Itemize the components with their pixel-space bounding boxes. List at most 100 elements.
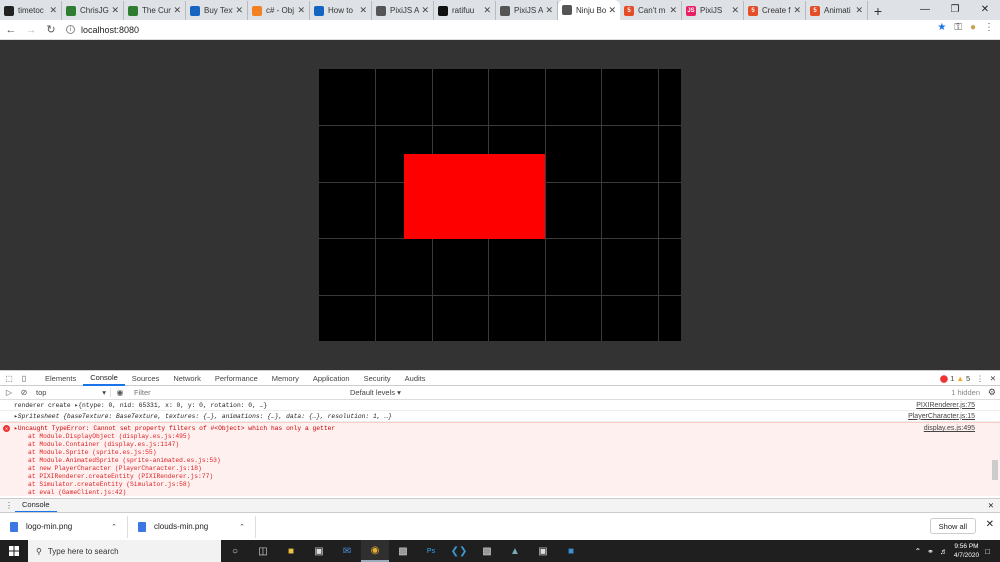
tab-close-icon[interactable]: ✕: [173, 5, 181, 16]
log-levels-dropdown[interactable]: Default levels ▾: [350, 388, 401, 397]
download-item[interactable]: clouds-min.png ⌃: [128, 515, 256, 538]
tab-close-icon[interactable]: ✕: [545, 5, 553, 16]
tab-close-icon[interactable]: ✕: [297, 5, 305, 16]
browser-tab[interactable]: 5 Can't m ✕: [620, 1, 682, 20]
browser-tab[interactable]: c# - Obj ✕: [248, 1, 310, 20]
tab-close-icon[interactable]: ✕: [359, 5, 367, 16]
devtools-tab-application[interactable]: Application: [306, 371, 357, 386]
bookmark-star-icon[interactable]: ★: [937, 22, 946, 33]
stack-frame[interactable]: at Simulator.createEntity (Simulator.js:…: [14, 481, 1000, 489]
tab-close-icon[interactable]: ✕: [731, 5, 739, 16]
info-icon[interactable]: i: [66, 25, 75, 34]
browser-tab[interactable]: Buy Text ✕: [186, 1, 248, 20]
volume-icon[interactable]: ♬: [940, 547, 948, 556]
terminal-icon[interactable]: ▩: [473, 540, 501, 562]
close-window-icon[interactable]: ✕: [970, 0, 1000, 18]
error-count-badge[interactable]: ⬤ 1 ▲ 5: [940, 374, 970, 383]
browser-tab[interactable]: How to ✕: [310, 1, 372, 20]
devtools-tab-memory[interactable]: Memory: [265, 371, 306, 386]
vscode-icon[interactable]: ❮❯: [445, 540, 473, 562]
photoshop-icon[interactable]: Ps: [417, 540, 445, 562]
browser-tab[interactable]: ChrisJGr ✕: [62, 1, 124, 20]
drawer-tab-console[interactable]: Console: [15, 499, 57, 513]
browser-tab[interactable]: JS PixiJS ✕: [682, 1, 744, 20]
filter-input[interactable]: [134, 388, 334, 397]
store-icon[interactable]: ▣: [305, 540, 333, 562]
devtools-tab-network[interactable]: Network: [166, 371, 208, 386]
tab-close-icon[interactable]: ✕: [111, 5, 119, 16]
clock[interactable]: 9:56 PM 4/7/2020: [954, 542, 979, 560]
notification-icon[interactable]: □: [985, 547, 990, 556]
tab-close-icon[interactable]: ✕: [483, 5, 491, 16]
browser-tab[interactable]: 5 Animati ✕: [806, 1, 868, 20]
forward-arrow-icon[interactable]: →: [22, 21, 40, 39]
stack-frame[interactable]: at Module.DisplayObject (display.es.js:4…: [14, 433, 1000, 441]
mail-icon[interactable]: ✉: [333, 540, 361, 562]
chevron-up-icon[interactable]: ⌃: [239, 523, 245, 531]
devtools-tab-performance[interactable]: Performance: [208, 371, 265, 386]
taskbar-search-input[interactable]: ⚲ Type here to search: [28, 540, 221, 562]
browser-tab[interactable]: 5 Create fr ✕: [744, 1, 806, 20]
stack-frame[interactable]: at Module.Sprite (sprite.es.js:55): [14, 449, 1000, 457]
close-shelf-icon[interactable]: ✕: [986, 519, 994, 530]
devtools-tab-audits[interactable]: Audits: [398, 371, 433, 386]
tab-close-icon[interactable]: ✕: [49, 5, 57, 16]
stack-frame[interactable]: at eval (GameClient.js:42): [14, 489, 1000, 496]
back-arrow-icon[interactable]: ←: [2, 21, 20, 39]
windows-start-icon[interactable]: [0, 540, 28, 562]
tab-close-icon[interactable]: ✕: [235, 5, 243, 16]
app2-icon[interactable]: ▲: [501, 540, 529, 562]
browser-tab[interactable]: ratifuu ✕: [434, 1, 496, 20]
key-icon[interactable]: ⚿: [954, 22, 962, 33]
address-bar[interactable]: i localhost:8080: [66, 25, 139, 35]
close-drawer-icon[interactable]: ✕: [988, 501, 994, 510]
error-source-link[interactable]: display.es.js:495: [924, 425, 975, 432]
device-toolbar-icon[interactable]: ▯: [18, 372, 30, 384]
download-item[interactable]: logo-min.png ⌃: [0, 515, 128, 538]
stack-frame[interactable]: at Module.Container (display.es.js:1147): [14, 441, 1000, 449]
task-view-icon[interactable]: ◫: [249, 540, 277, 562]
network-icon[interactable]: ⚭: [927, 547, 934, 556]
tab-close-icon[interactable]: ✕: [855, 5, 863, 16]
new-tab-button[interactable]: +: [868, 1, 888, 20]
reload-icon[interactable]: ↻: [42, 21, 60, 39]
menu-dots-icon[interactable]: ⋮: [984, 22, 994, 33]
stack-frame[interactable]: at Module.AnimatedSprite (sprite-animate…: [14, 457, 1000, 465]
console-scrollbar[interactable]: [992, 460, 998, 480]
devtools-tab-elements[interactable]: Elements: [38, 371, 83, 386]
context-selector[interactable]: top ▾: [36, 388, 111, 397]
tab-close-icon[interactable]: ✕: [793, 5, 801, 16]
browser-tab[interactable]: timetoc ✕: [0, 1, 62, 20]
file-explorer-icon[interactable]: ■: [277, 540, 305, 562]
clear-console-icon[interactable]: ⊘: [18, 387, 30, 399]
minimize-icon[interactable]: —: [910, 0, 940, 18]
drawer-menu-icon[interactable]: ⋮: [3, 500, 15, 512]
inspect-icon[interactable]: ⬚: [3, 372, 15, 384]
close-devtools-icon[interactable]: ✕: [990, 374, 996, 383]
show-all-button[interactable]: Show all: [929, 518, 976, 534]
stack-frame[interactable]: at PIXIRenderer.createEntity (PIXIRender…: [14, 473, 1000, 481]
cortana-icon[interactable]: ○: [221, 540, 249, 562]
cookie-icon[interactable]: ●: [970, 22, 976, 33]
devtools-tab-sources[interactable]: Sources: [125, 371, 167, 386]
console-settings-gear-icon[interactable]: ⚙: [988, 387, 996, 398]
devtools-tab-console[interactable]: Console: [83, 371, 125, 386]
tab-close-icon[interactable]: ✕: [669, 5, 677, 16]
app3-icon[interactable]: ▣: [529, 540, 557, 562]
chrome-icon[interactable]: ◉: [361, 540, 389, 562]
sidebar-toggle-icon[interactable]: ▷: [3, 387, 15, 399]
app4-icon[interactable]: ■: [557, 540, 585, 562]
chevron-up-icon[interactable]: ⌃: [111, 523, 117, 531]
tray-chevron-icon[interactable]: ⌃: [914, 547, 921, 556]
tab-close-icon[interactable]: ✕: [608, 5, 616, 16]
settings-dots-icon[interactable]: ⋮: [976, 374, 984, 383]
eye-icon[interactable]: ◉: [114, 387, 126, 399]
browser-tab[interactable]: PixiJS API✕: [496, 1, 558, 20]
game-canvas[interactable]: [319, 69, 681, 341]
stack-frame[interactable]: at new PlayerCharacter (PlayerCharacter.…: [14, 465, 1000, 473]
browser-tab[interactable]: PixiJS API✕: [372, 1, 434, 20]
browser-tab[interactable]: Ninju Bo ✕: [558, 0, 620, 20]
app-icon[interactable]: ▩: [389, 540, 417, 562]
browser-tab[interactable]: The Cur ✕: [124, 1, 186, 20]
devtools-tab-security[interactable]: Security: [357, 371, 398, 386]
